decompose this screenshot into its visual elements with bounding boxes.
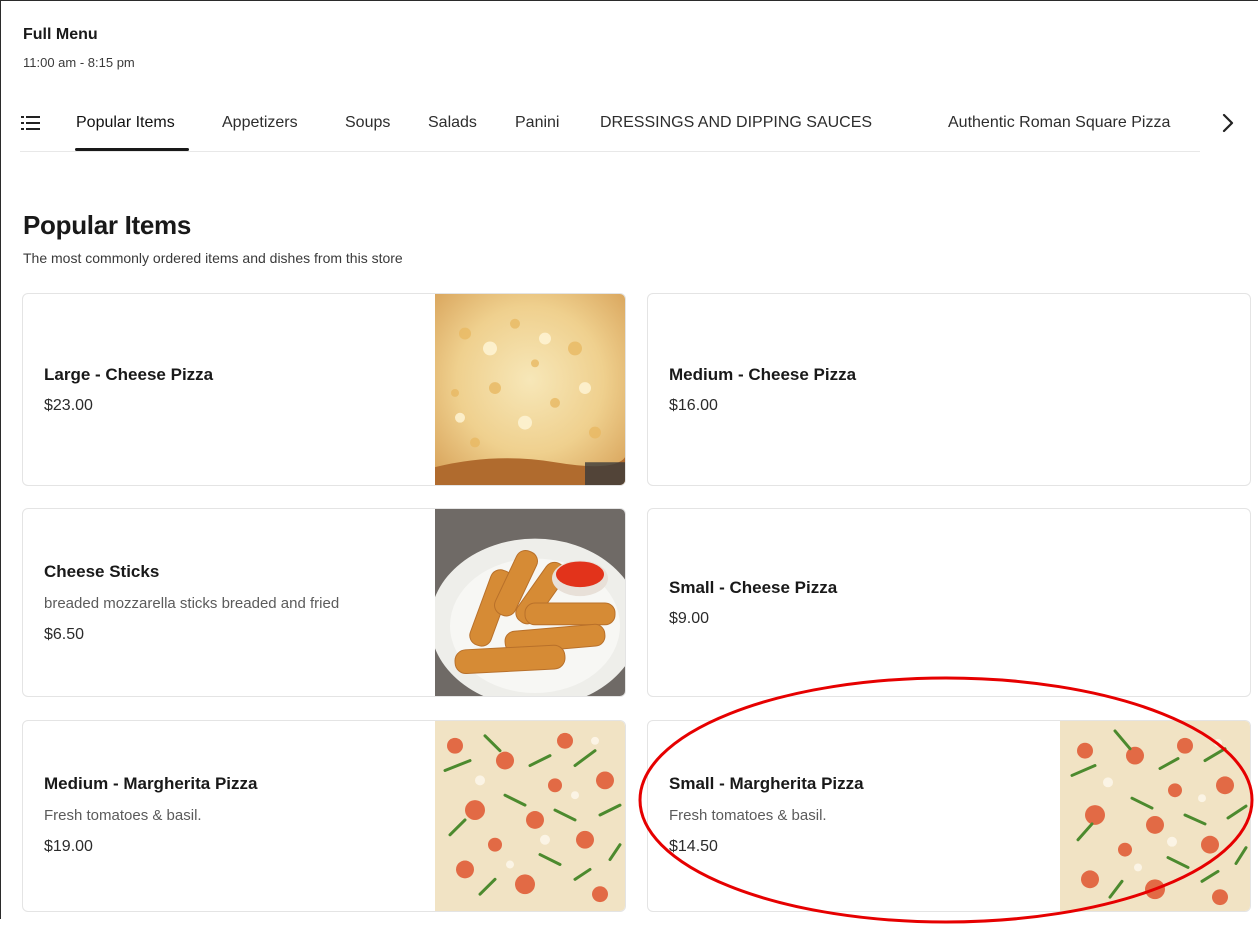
item-name: Small - Margherita Pizza <box>669 774 864 793</box>
item-price: $19.00 <box>44 838 93 855</box>
menu-item-card[interactable]: Medium - Cheese Pizza $16.00 <box>647 293 1251 486</box>
item-price: $16.00 <box>669 397 718 414</box>
tab-overflow-clip: Authentic Roman Square Pizza <box>948 112 1204 136</box>
item-name: Large - Cheese Pizza <box>44 365 214 384</box>
cheese-sticks-photo <box>435 509 625 696</box>
item-description: Fresh tomatoes & basil. <box>44 807 202 824</box>
tab-authentic-roman-square-pizza[interactable]: Authentic Roman Square Pizza <box>948 112 1170 134</box>
section-description: The most commonly ordered items and dish… <box>23 250 403 266</box>
menu-item-card[interactable]: Cheese Sticks breaded mozzarella sticks … <box>22 508 626 697</box>
menu-item-card[interactable]: Small - Cheese Pizza $9.00 <box>647 508 1251 697</box>
active-tab-indicator <box>75 148 189 151</box>
item-price: $14.50 <box>669 838 718 855</box>
list-icon[interactable] <box>20 112 42 134</box>
item-price: $6.50 <box>44 626 85 643</box>
item-name: Small - Cheese Pizza <box>669 578 838 597</box>
tab-panini[interactable]: Panini <box>515 112 559 134</box>
menu-item-card[interactable]: Large - Cheese Pizza $23.00 <box>22 293 626 486</box>
tab-popular-items[interactable]: Popular Items <box>76 112 175 134</box>
item-description: Fresh tomatoes & basil. <box>669 807 827 824</box>
menu-hours: 11:00 am - 8:15 pm <box>23 55 135 70</box>
tab-fade <box>1180 104 1210 150</box>
item-name: Cheese Sticks <box>44 562 160 581</box>
tab-bar-divider <box>20 151 1200 152</box>
margherita-pizza-photo <box>435 721 625 911</box>
tab-soups[interactable]: Soups <box>345 112 390 134</box>
category-tab-bar: Popular Items Appetizers Soups Salads Pa… <box>20 104 1256 154</box>
item-description: breaded mozzarella sticks breaded and fr… <box>44 595 340 612</box>
margherita-pizza-photo <box>1060 721 1250 911</box>
menu-title: Full Menu <box>23 26 98 43</box>
tab-appetizers[interactable]: Appetizers <box>222 112 298 134</box>
item-price: $23.00 <box>44 397 93 414</box>
cheese-pizza-photo <box>435 294 625 485</box>
menu-item-card[interactable]: Medium - Margherita Pizza Fresh tomatoes… <box>22 720 626 912</box>
item-price: $9.00 <box>669 610 710 627</box>
item-name: Medium - Cheese Pizza <box>669 365 857 384</box>
section-title: Popular Items <box>23 210 192 240</box>
menu-item-card[interactable]: Small - Margherita Pizza Fresh tomatoes … <box>647 720 1251 912</box>
item-name: Medium - Margherita Pizza <box>44 774 258 793</box>
tab-salads[interactable]: Salads <box>428 112 477 134</box>
tab-dressings-and-dipping-sauces[interactable]: DRESSINGS AND DIPPING SAUCES <box>600 112 872 134</box>
chevron-right-icon[interactable] <box>1216 110 1240 136</box>
